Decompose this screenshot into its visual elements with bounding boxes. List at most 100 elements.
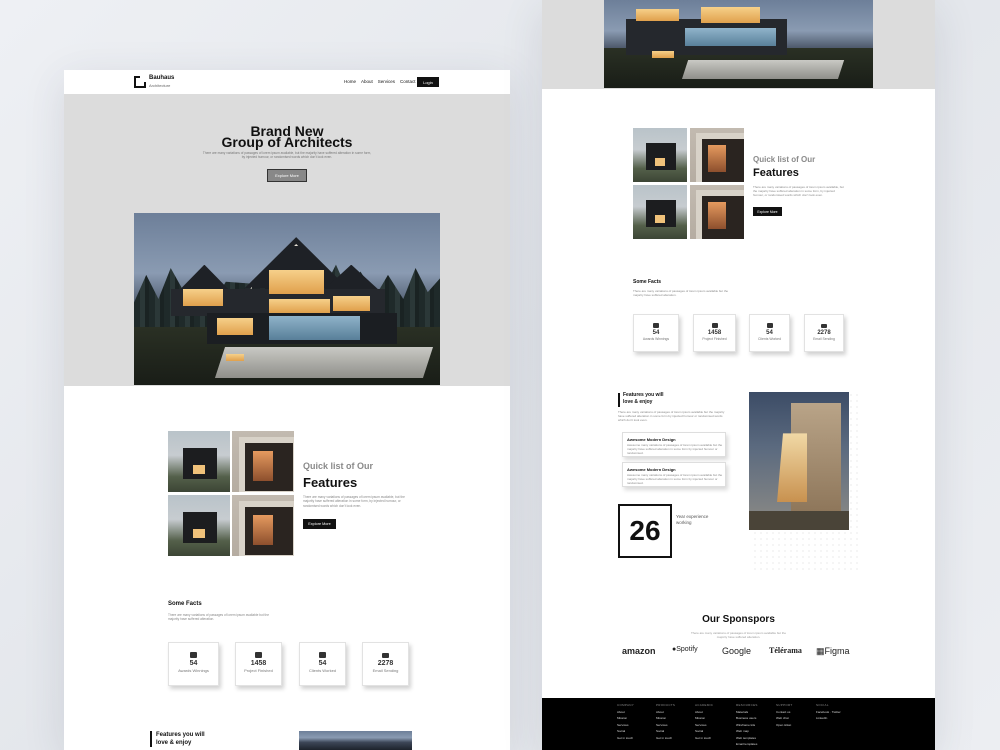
- footer-link[interactable]: Social: [695, 729, 731, 733]
- footer-link[interactable]: Wireframe kits: [736, 723, 772, 727]
- stat-value: 1458: [250, 660, 267, 667]
- footer-link[interactable]: Get in touch: [656, 736, 692, 740]
- footer-heading: PRODUCTS: [656, 703, 676, 707]
- stat-label: Project Finished: [702, 337, 727, 341]
- login-button[interactable]: Login: [417, 77, 439, 87]
- footer-link[interactable]: About: [695, 710, 731, 714]
- sponsor-logo-spotify: ● Spotify: [672, 646, 698, 653]
- sponsors-description: There are many variations of passages of…: [690, 631, 787, 640]
- brand-tagline: Architecture: [149, 83, 171, 88]
- facts-description: There are many variations of passages of…: [168, 613, 269, 622]
- hero-title-line2: Group of Architects: [221, 134, 353, 150]
- sponsor-logos: amazon ● Spotify Google Télérama ▦ Figma: [622, 646, 857, 660]
- feature-card-description: Awesome many variations of passages of l…: [627, 443, 723, 456]
- footer-link[interactable]: Facebook · Twitter: [816, 710, 852, 714]
- footer-link[interactable]: Get in touch: [695, 736, 731, 740]
- logo-mark-icon[interactable]: [134, 76, 146, 88]
- footer-link[interactable]: Social: [617, 729, 653, 733]
- footer-link[interactable]: Mission: [695, 716, 731, 720]
- feature-thumb-3: [633, 185, 687, 239]
- footer-column-academic: ACADEMIC About Mission Services Social G…: [695, 703, 731, 742]
- section-accent-bar: [618, 393, 620, 407]
- love-description: There are many variations of passages of…: [618, 410, 725, 423]
- stat-value: 54: [318, 660, 327, 667]
- footer-link[interactable]: Services: [656, 723, 692, 727]
- feature-thumb-3: [168, 495, 230, 556]
- gift-icon: [255, 652, 262, 658]
- features-title: Features: [303, 475, 358, 490]
- stat-value: 2278: [377, 660, 394, 667]
- gift-icon: [319, 652, 326, 658]
- feature-thumb-4: [690, 185, 744, 239]
- footer-link[interactable]: Materials: [736, 710, 772, 714]
- footer-link[interactable]: Open ticket: [776, 723, 812, 727]
- years-experience-label: Year experience working: [676, 514, 709, 525]
- stat-card-projects: 1458 Project Finished: [693, 314, 736, 352]
- feature-card-title: Awesome Modern Design: [627, 437, 676, 442]
- gift-icon: [190, 652, 197, 658]
- footer-link[interactable]: About: [617, 710, 653, 714]
- footer-link[interactable]: About: [656, 710, 692, 714]
- stat-card-clients: 54 Clients Worked: [749, 314, 790, 352]
- feature-card-2[interactable]: Awesome Modern Design Awesome many varia…: [622, 462, 726, 487]
- sponsors-title: Our Sponspors: [702, 614, 775, 625]
- stat-value: 54: [766, 330, 773, 336]
- footer-heading: RESOURCES: [736, 703, 758, 707]
- footer-link[interactable]: Services: [695, 723, 731, 727]
- sponsor-logo-telerama: Télérama: [769, 646, 802, 655]
- features-title: Features: [753, 167, 799, 179]
- footer-link[interactable]: Contact us: [776, 710, 812, 714]
- footer-link[interactable]: Mission: [656, 716, 692, 720]
- footer-column-social: SOCIAL Facebook · Twitter LinkedIn: [816, 703, 852, 723]
- nav-link-services[interactable]: Services: [378, 79, 395, 84]
- stat-value: 2278: [817, 330, 831, 336]
- footer-link[interactable]: Web map: [736, 729, 772, 733]
- footer-link[interactable]: Web chat: [776, 716, 812, 720]
- envelope-icon: [821, 324, 827, 328]
- feature-card-description: Awesome many variations of passages of l…: [627, 473, 723, 486]
- features-explore-button[interactable]: Explore More: [753, 207, 782, 216]
- hero-house-image-crop: [604, 0, 873, 88]
- footer-link[interactable]: Get in touch: [617, 736, 653, 740]
- stat-label: Awards Winnings: [178, 668, 209, 673]
- stat-label: Clients Worked: [308, 668, 337, 673]
- feature-thumb-2: [232, 431, 294, 492]
- features-kicker: Quick list of Our: [753, 155, 816, 164]
- landing-page-mockup-right: Quick list of Our Features There are man…: [542, 0, 935, 750]
- nav-link-home[interactable]: Home: [344, 79, 356, 84]
- footer-link[interactable]: Web templates: [736, 736, 772, 740]
- top-navbar: Bauhaus Architecture Home About Services…: [64, 70, 510, 94]
- footer-link[interactable]: Business users: [736, 716, 772, 720]
- feature-thumb-2: [690, 128, 744, 182]
- gift-icon: [766, 323, 773, 328]
- features-description: There are many variations of passages of…: [753, 185, 844, 198]
- stat-card-emails: 2278 Email Sending: [804, 314, 844, 352]
- feature-card-title: Awesome Modern Design: [627, 467, 676, 472]
- features-kicker: Quick list of Our: [303, 461, 374, 471]
- features-explore-button[interactable]: Explore More: [303, 519, 336, 529]
- explore-more-button[interactable]: Explore More: [267, 169, 307, 182]
- footer-link[interactable]: Mission: [617, 716, 653, 720]
- footer-column-support: SUPPORT Contact us Web chat Open ticket: [776, 703, 812, 729]
- stat-label: Email Sending: [813, 337, 835, 341]
- feature-card-1[interactable]: Awesome Modern Design Awesome many varia…: [622, 432, 726, 457]
- footer-link[interactable]: Social: [656, 729, 692, 733]
- footer-link[interactable]: LinkedIn: [816, 716, 852, 720]
- facade-image-preview: [299, 731, 412, 750]
- footer-column-products: PRODUCTS About Mission Services Social G…: [656, 703, 692, 742]
- gift-icon: [711, 323, 718, 328]
- sponsor-logo-figma: ▦ Figma: [816, 646, 850, 656]
- nav-link-contact[interactable]: Contact: [400, 79, 416, 84]
- footer-link[interactable]: Services: [617, 723, 653, 727]
- footer-heading: SOCIAL: [816, 703, 829, 707]
- brand-name[interactable]: Bauhaus: [149, 75, 174, 81]
- feature-thumb-4: [232, 495, 294, 556]
- stat-label: Awards Winnings: [642, 337, 670, 341]
- sponsor-logo-amazon: amazon: [622, 646, 656, 656]
- footer-link[interactable]: Email templates: [736, 742, 772, 746]
- facts-description: There are many variations of passages of…: [633, 289, 729, 298]
- nav-link-about[interactable]: About: [361, 79, 373, 84]
- love-title: Features you will love & enjoy: [623, 392, 664, 405]
- facts-title: Some Facts: [168, 601, 202, 607]
- stat-value: 54: [652, 330, 660, 336]
